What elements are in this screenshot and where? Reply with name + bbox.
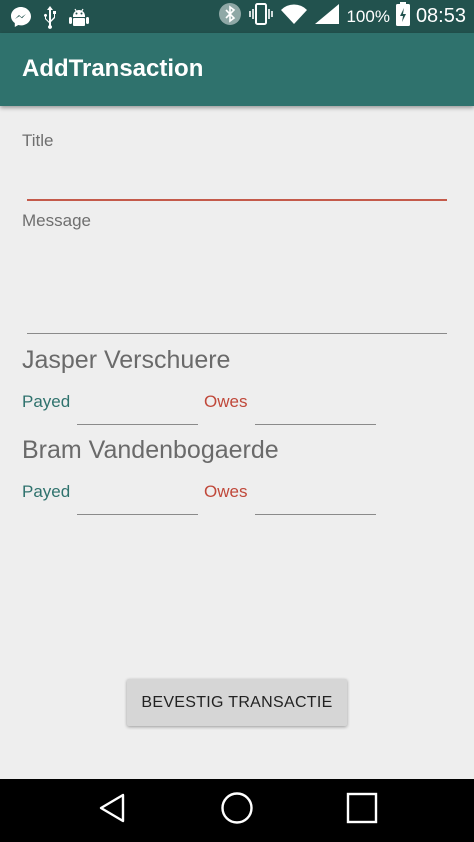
messenger-icon — [10, 6, 32, 33]
owes-label-2: Owes — [204, 482, 248, 501]
bluetooth-icon — [218, 2, 242, 31]
payed-underline-2 — [77, 514, 198, 515]
owes-label-1: Owes — [204, 392, 248, 411]
recents-button[interactable] — [332, 779, 392, 842]
home-button[interactable] — [207, 779, 267, 842]
owes-input-1[interactable] — [255, 394, 376, 420]
payed-underline-1 — [77, 424, 198, 425]
status-bar: 100% 08:53 — [0, 0, 474, 33]
usb-icon — [42, 5, 58, 34]
message-input[interactable] — [27, 300, 447, 328]
payed-input-2[interactable] — [77, 484, 198, 510]
title-label: Title — [22, 131, 54, 150]
clock: 08:53 — [415, 5, 466, 27]
app-bar: AddTransaction — [0, 33, 474, 106]
title-input[interactable] — [27, 168, 447, 196]
owes-underline-1 — [255, 424, 376, 425]
recents-icon — [346, 792, 378, 829]
payed-label-1: Payed — [22, 392, 71, 411]
vibrate-icon — [248, 1, 274, 32]
payed-label-2: Payed — [22, 482, 71, 501]
message-label: Message — [22, 211, 91, 230]
owes-underline-2 — [255, 514, 376, 515]
owes-input-2[interactable] — [255, 484, 376, 510]
battery-charging-icon — [395, 2, 410, 31]
home-icon — [220, 791, 254, 830]
wifi-icon — [280, 3, 308, 30]
battery-percent: 100% — [346, 6, 390, 26]
navigation-bar — [0, 779, 474, 842]
payed-input-1[interactable] — [77, 394, 198, 420]
confirm-transaction-button[interactable]: BEVESTIG TRANSACTIE — [127, 679, 347, 726]
back-button[interactable] — [82, 779, 142, 842]
android-debug-icon — [68, 6, 90, 33]
signal-icon — [314, 3, 340, 30]
page-title: AddTransaction — [22, 55, 204, 82]
back-icon — [97, 792, 127, 829]
person-name-2: Bram Vandenbogaerde — [22, 436, 279, 464]
message-underline — [27, 333, 447, 334]
title-underline — [27, 199, 447, 201]
person-name-1: Jasper Verschuere — [22, 346, 231, 374]
